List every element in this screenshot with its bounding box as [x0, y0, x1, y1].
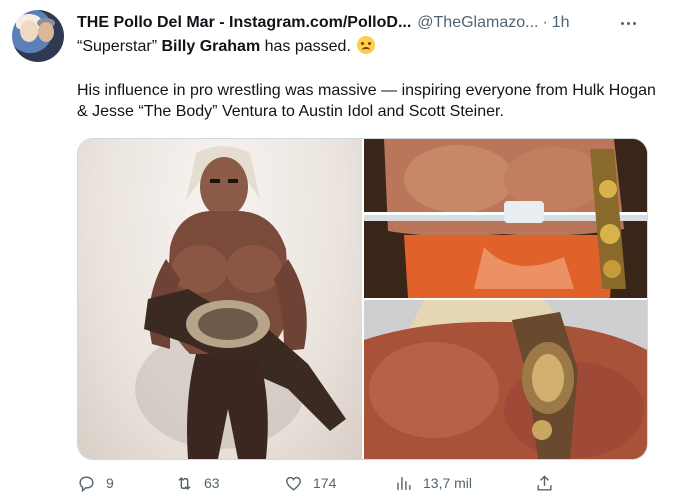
timestamp[interactable]: 1h: [552, 14, 570, 32]
media-grid: [77, 138, 648, 460]
views-count: 13,7 mil: [423, 475, 473, 491]
tweet-actions: 9 63 174 13,7 mil: [77, 470, 657, 496]
reply-button[interactable]: 9: [77, 470, 114, 496]
share-icon: [537, 474, 552, 491]
retweet-button[interactable]: 63: [175, 470, 220, 496]
like-count: 174: [313, 475, 337, 491]
display-name[interactable]: THE Pollo Del Mar - Instagram.com/PolloD…: [77, 14, 411, 32]
separator-dot: ·: [542, 14, 548, 31]
disappointed-face-icon: [357, 36, 376, 54]
tweet-text-line1: “Superstar” Billy Graham has passed.: [77, 36, 657, 57]
views-button[interactable]: 13,7 mil: [394, 470, 472, 496]
avatar[interactable]: [12, 10, 64, 62]
wrestler-torso-ring-ropes-image[interactable]: [364, 139, 647, 298]
tweet-text-bold[interactable]: Billy Graham: [161, 38, 260, 55]
bar-chart-icon: [397, 476, 411, 490]
tweet-header: THE Pollo Del Mar - Instagram.com/PolloD…: [77, 12, 667, 34]
tweet-text-prefix: “Superstar”: [77, 38, 162, 55]
wrestler-shoulder-belt-image[interactable]: [364, 300, 647, 459]
heart-icon: [286, 476, 301, 491]
user-handle[interactable]: @TheGlamazo...: [417, 14, 538, 32]
tweet-text-suffix: has passed.: [260, 38, 356, 55]
wrestler-with-belt-left-image[interactable]: [78, 139, 362, 459]
tweet-text-line2: His influence in pro wrestling was massi…: [77, 82, 656, 120]
more-dots-icon[interactable]: [617, 14, 639, 32]
like-button[interactable]: 174: [284, 470, 336, 496]
share-button[interactable]: [535, 470, 554, 496]
reply-count: 9: [106, 475, 114, 491]
retweet-icon: [178, 476, 191, 490]
tweet[interactable]: THE Pollo Del Mar - Instagram.com/PolloD…: [0, 0, 673, 501]
retweet-count: 63: [204, 475, 220, 491]
speech-bubble-icon: [79, 475, 94, 492]
